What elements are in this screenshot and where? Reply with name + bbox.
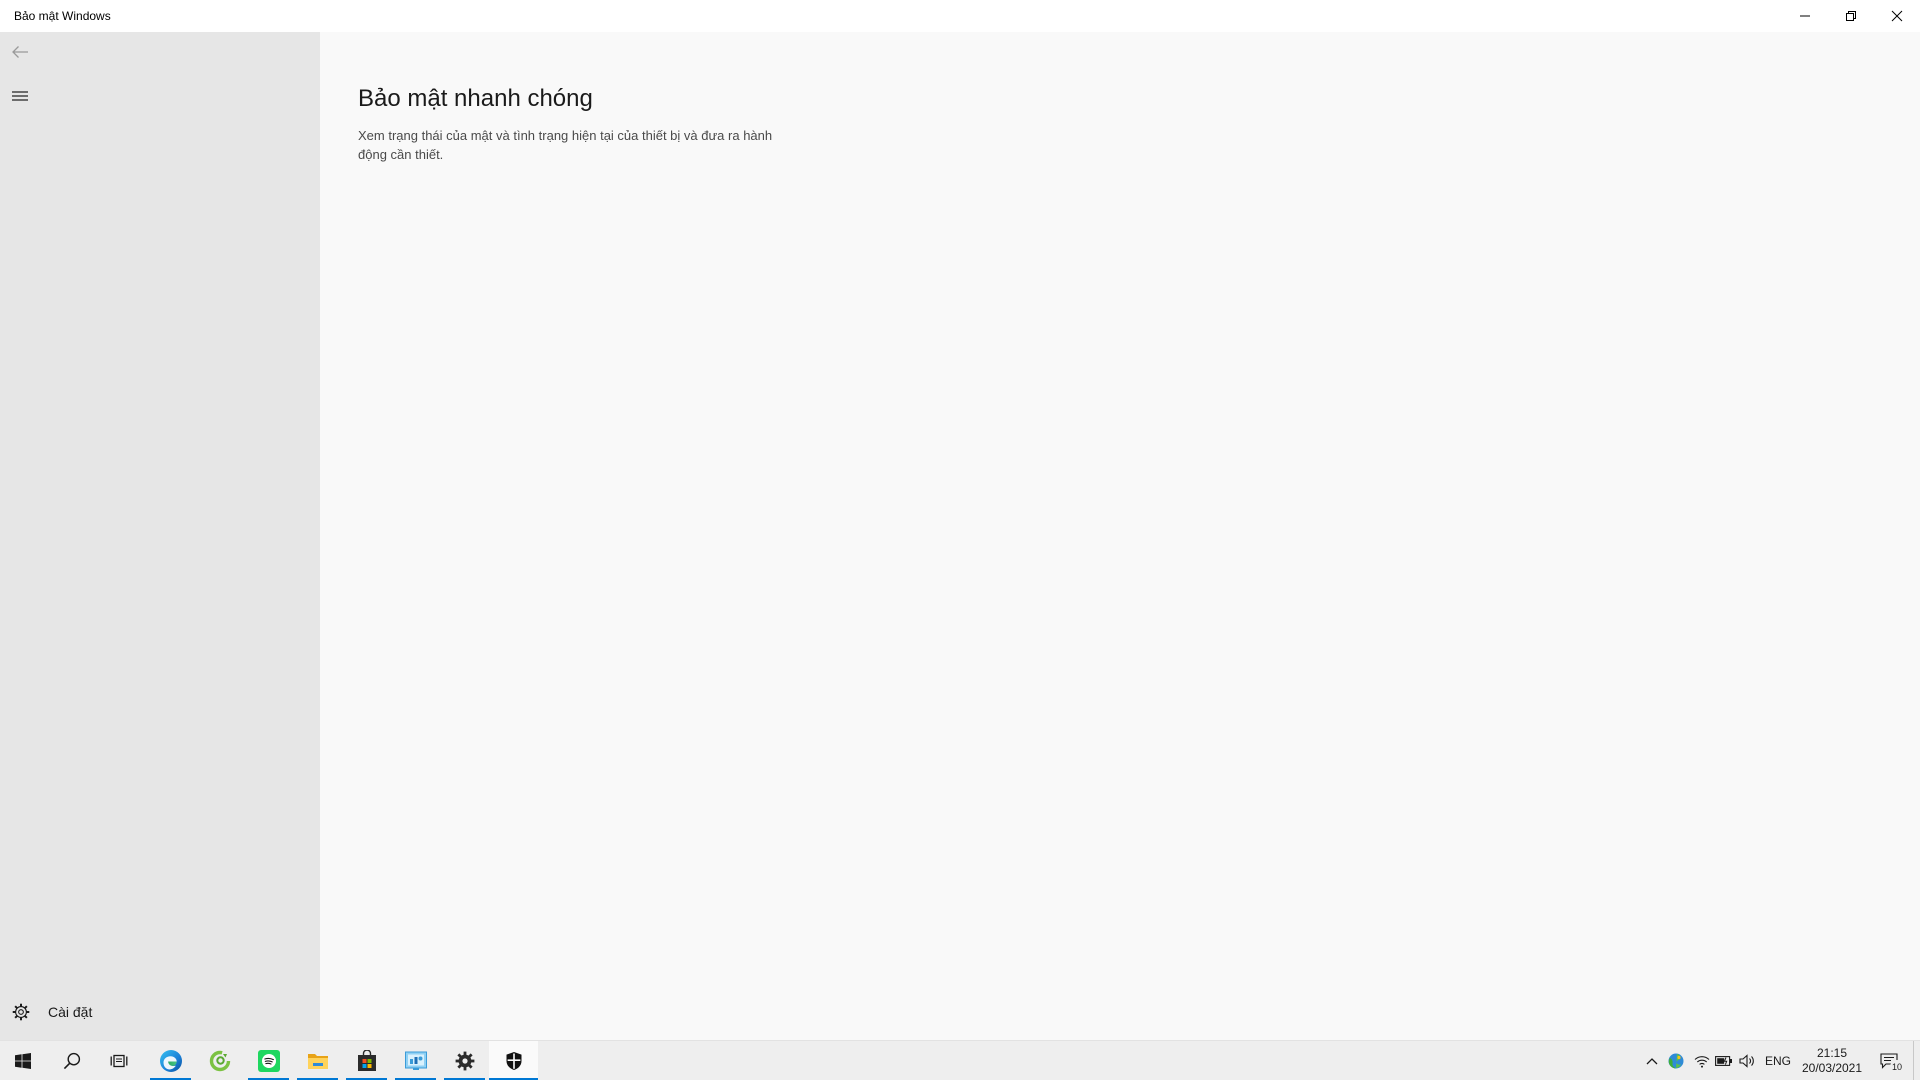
tray-app-button[interactable] bbox=[1664, 1041, 1688, 1080]
task-view-icon bbox=[110, 1054, 128, 1067]
file-explorer-icon bbox=[307, 1053, 328, 1069]
spotify-taskbar-button[interactable] bbox=[244, 1041, 293, 1080]
taskbar: ENG 21:15 20/03/2021 10 bbox=[0, 1040, 1920, 1080]
file-explorer-taskbar-button[interactable] bbox=[293, 1041, 342, 1080]
action-center-button[interactable]: 10 bbox=[1868, 1041, 1910, 1080]
page-title: Bảo mật nhanh chóng bbox=[358, 85, 593, 112]
battery-icon bbox=[1715, 1055, 1732, 1066]
back-arrow-icon bbox=[12, 46, 28, 58]
back-button[interactable] bbox=[0, 32, 40, 72]
volume-icon bbox=[1739, 1053, 1754, 1068]
microsoft-store-taskbar-button[interactable] bbox=[342, 1041, 391, 1080]
minimize-button[interactable] bbox=[1782, 0, 1828, 32]
notification-count-badge: 10 bbox=[1890, 1060, 1904, 1074]
show-desktop-button[interactable] bbox=[1913, 1041, 1920, 1080]
window-title: Bảo mật Windows bbox=[14, 9, 111, 23]
battery-button[interactable] bbox=[1712, 1041, 1736, 1080]
input-language-indicator[interactable]: ENG bbox=[1760, 1041, 1796, 1080]
clock[interactable]: 21:15 20/03/2021 bbox=[1797, 1041, 1867, 1080]
network-button[interactable] bbox=[1690, 1041, 1714, 1080]
gear-icon bbox=[12, 1003, 30, 1021]
windows-logo-icon bbox=[15, 1052, 31, 1069]
start-button[interactable] bbox=[0, 1041, 46, 1080]
hamburger-menu-button[interactable] bbox=[0, 76, 40, 116]
control-panel-icon bbox=[404, 1051, 427, 1070]
search-button[interactable] bbox=[48, 1041, 96, 1080]
windows-security-icon bbox=[506, 1051, 521, 1070]
spotify-icon bbox=[257, 1049, 280, 1072]
close-icon bbox=[1891, 10, 1903, 22]
settings-nav-item[interactable]: Cài đặt bbox=[0, 992, 320, 1032]
hamburger-menu-icon bbox=[12, 91, 28, 101]
edge-taskbar-button[interactable] bbox=[146, 1041, 195, 1080]
restore-icon bbox=[1846, 11, 1856, 21]
clock-time: 21:15 bbox=[1816, 1045, 1848, 1060]
settings-icon bbox=[455, 1051, 474, 1070]
volume-button[interactable] bbox=[1735, 1041, 1759, 1080]
microsoft-store-icon bbox=[357, 1049, 376, 1071]
show-hidden-icons-button[interactable] bbox=[1640, 1041, 1664, 1080]
edge-icon bbox=[159, 1049, 182, 1072]
main-content: Bảo mật nhanh chóng Xem trạng thái của m… bbox=[320, 32, 1920, 1040]
control-panel-taskbar-button[interactable] bbox=[391, 1041, 440, 1080]
chevron-up-icon bbox=[1646, 1057, 1658, 1064]
green-app-taskbar-button[interactable] bbox=[195, 1041, 244, 1080]
restore-button[interactable] bbox=[1828, 0, 1874, 32]
task-view-button[interactable] bbox=[96, 1041, 142, 1080]
close-button[interactable] bbox=[1874, 0, 1920, 32]
navigation-pane: Cài đặt bbox=[0, 32, 320, 1040]
title-bar[interactable]: Bảo mật Windows bbox=[0, 0, 1920, 32]
green-app-icon bbox=[209, 1050, 230, 1071]
windows-security-taskbar-button[interactable] bbox=[489, 1041, 538, 1080]
minimize-icon bbox=[1800, 15, 1810, 17]
settings-taskbar-button[interactable] bbox=[440, 1041, 489, 1080]
tray-app-icon bbox=[1668, 1053, 1684, 1068]
settings-nav-label: Cài đặt bbox=[48, 1004, 93, 1020]
page-description: Xem trạng thái của mật và tình trạng hiệ… bbox=[358, 128, 773, 162]
clock-date: 20/03/2021 bbox=[1801, 1060, 1863, 1075]
search-icon bbox=[63, 1052, 81, 1069]
wifi-icon bbox=[1694, 1055, 1710, 1068]
